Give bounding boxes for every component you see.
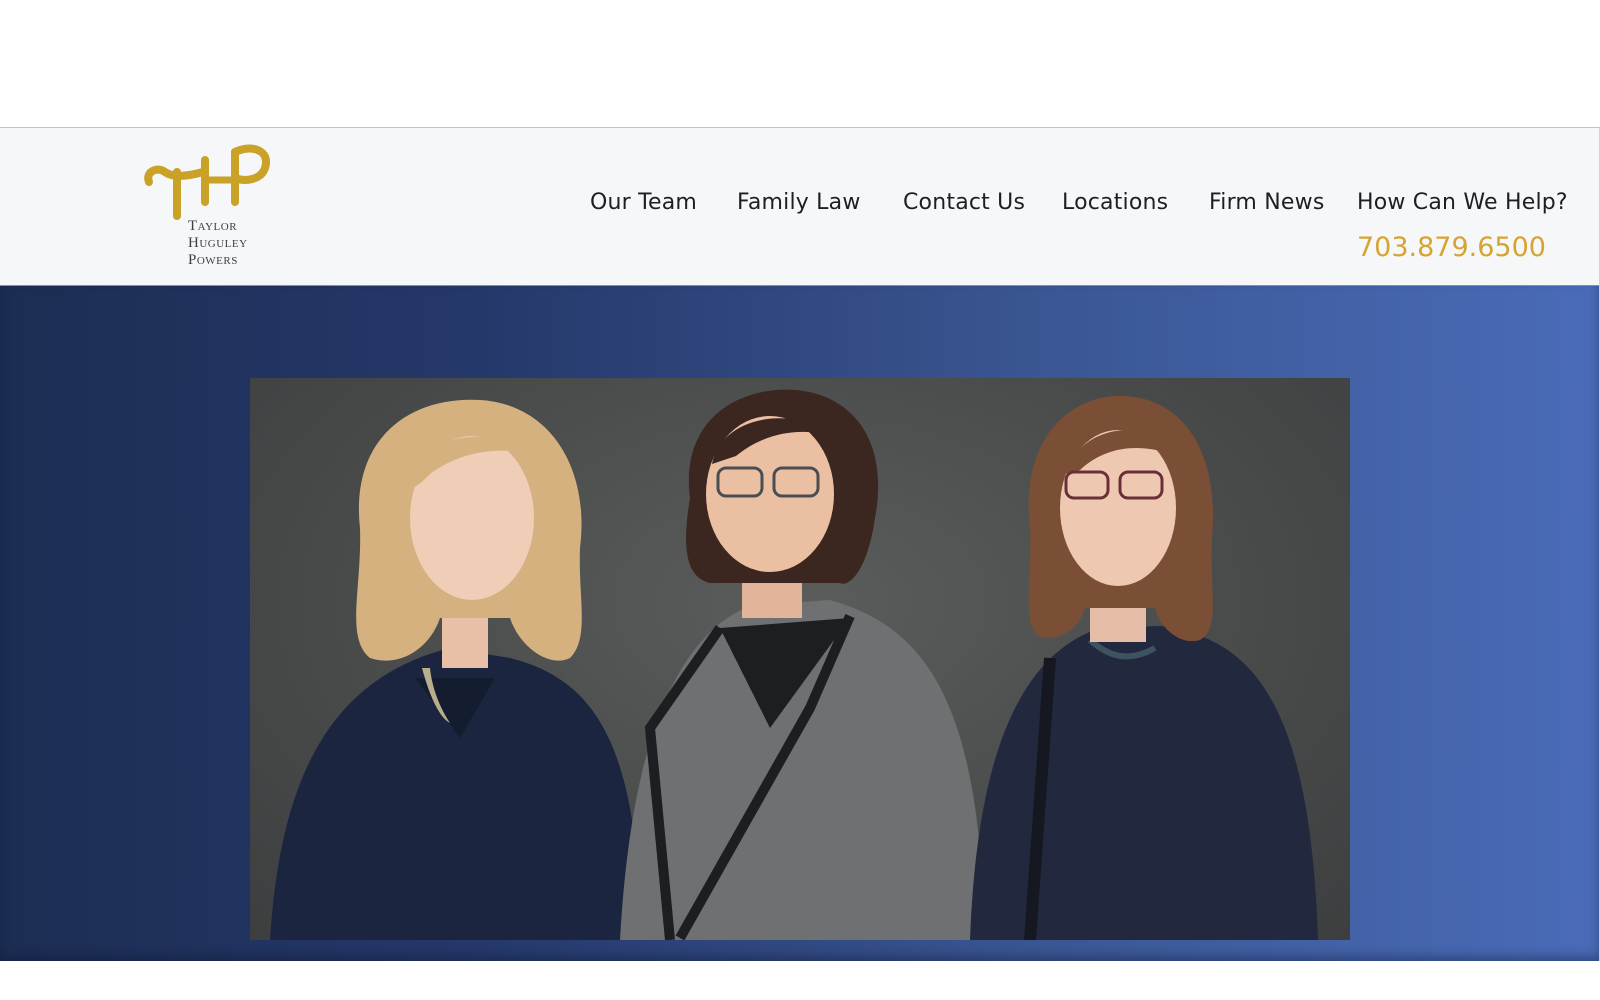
hero-banner <box>0 286 1599 961</box>
team-portrait-illustration <box>270 389 1318 940</box>
logo-name-line-2: Huguley <box>188 235 248 251</box>
nav-our-team[interactable]: Our Team <box>590 190 697 215</box>
person-left <box>270 399 640 940</box>
nav-family-law[interactable]: Family Law <box>737 190 861 215</box>
nav-how-can-we-help[interactable]: How Can We Help? <box>1357 190 1568 215</box>
person-center <box>620 389 985 940</box>
nav-firm-news[interactable]: Firm News <box>1209 190 1325 215</box>
nav-locations[interactable]: Locations <box>1062 190 1168 215</box>
main-nav: Our Team Family Law Contact Us Locations… <box>0 190 1599 220</box>
page: Taylor Huguley Powers Our Team Family La… <box>0 0 1600 1000</box>
logo-name-line-1: Taylor <box>188 218 238 234</box>
nav-contact-us[interactable]: Contact Us <box>903 190 1025 215</box>
site-header: Taylor Huguley Powers Our Team Family La… <box>0 128 1599 286</box>
logo-name-line-3: Powers <box>188 252 238 268</box>
website-frame: Taylor Huguley Powers Our Team Family La… <box>0 127 1600 961</box>
team-portrait-image <box>250 378 1350 940</box>
phone-number-link[interactable]: 703.879.6500 <box>1357 232 1546 263</box>
person-right <box>970 396 1318 940</box>
